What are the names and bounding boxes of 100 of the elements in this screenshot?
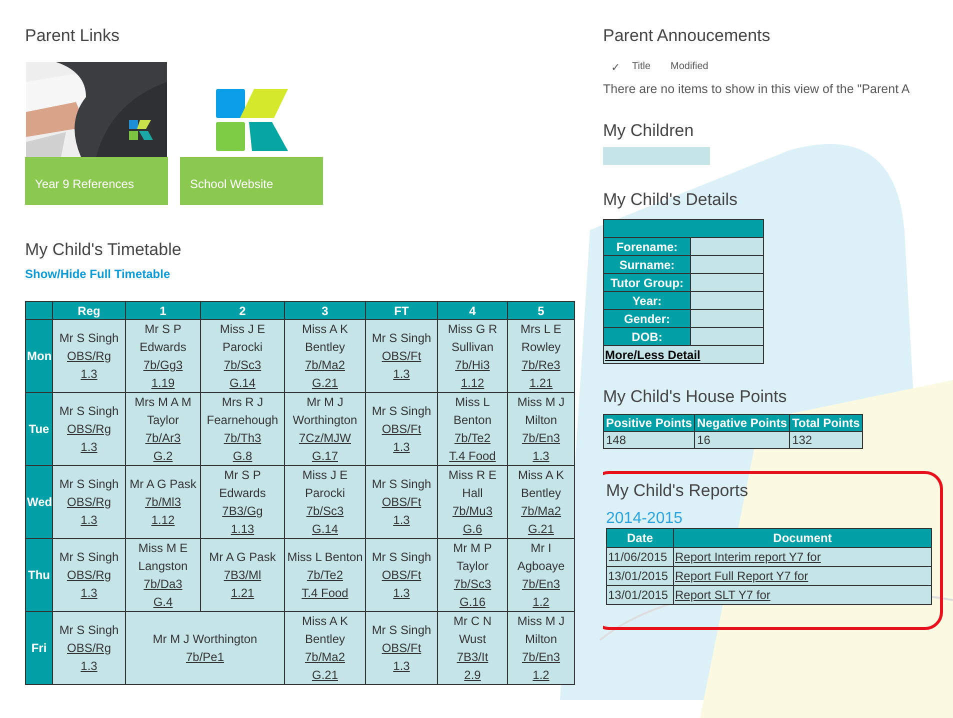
column-header: Negative Points — [694, 414, 790, 432]
class-link[interactable]: OBS/Ft — [382, 422, 422, 436]
room-link[interactable]: G.21 — [312, 668, 338, 682]
list-column-header[interactable]: Title — [632, 61, 651, 74]
room-link[interactable]: 1.12 — [460, 376, 484, 390]
room-link[interactable]: 1.3 — [393, 586, 410, 600]
teacher-name: Mr S Singh — [370, 330, 432, 347]
room-link[interactable]: 1.3 — [532, 449, 550, 463]
room-link[interactable]: T.4 Food — [302, 586, 348, 600]
class-link[interactable]: 7b/Ma2 — [304, 650, 346, 664]
room-link[interactable]: 1.13 — [230, 522, 254, 536]
room-link[interactable]: G.6 — [462, 522, 482, 536]
teacher-name: Mr S Singh — [370, 476, 432, 493]
room-link[interactable]: 1.19 — [151, 376, 175, 390]
class-link[interactable]: 7b/Ma2 — [304, 358, 346, 372]
check-icon: ✓ — [611, 61, 620, 74]
class-link[interactable]: OBS/Ft — [382, 495, 422, 509]
teacher-name: Miss A K Bentley — [516, 467, 565, 502]
section-title: My Children — [603, 120, 695, 142]
class-link[interactable]: OBS/Ft — [382, 641, 422, 655]
class-link[interactable]: 7b/Sc3 — [306, 504, 344, 518]
room-link[interactable]: 1.3 — [80, 367, 98, 381]
class-link[interactable]: 7b/Hi3 — [455, 358, 490, 372]
teacher-name: Mr M J Worthington — [152, 631, 258, 648]
column-header: 1 — [126, 302, 200, 320]
room-link[interactable]: 1.3 — [393, 367, 410, 381]
teacher-name: Miss L Benton — [452, 394, 493, 429]
day-header: Mon — [26, 320, 52, 392]
room-link[interactable]: 1.2 — [532, 595, 550, 609]
class-link[interactable]: OBS/Ft — [382, 568, 422, 582]
table-cell: 132 — [790, 432, 862, 448]
class-link[interactable]: 7b/Te2 — [454, 431, 491, 445]
class-link[interactable]: OBS/Ft — [382, 349, 422, 363]
class-link[interactable]: 7B3/It — [456, 650, 488, 664]
teacher-name: Mr A G Pask — [128, 476, 198, 493]
room-link[interactable]: 1.21 — [529, 376, 553, 390]
room-link[interactable]: 1.12 — [151, 513, 175, 527]
room-link[interactable]: 1.3 — [393, 659, 410, 673]
room-link[interactable]: 1.3 — [80, 659, 98, 673]
date-cell: 13/01/2015 — [606, 586, 674, 604]
teacher-name: Mr S Singh — [58, 622, 120, 639]
logo-icon — [216, 88, 288, 150]
teacher-name: Miss M J Milton — [516, 394, 566, 429]
room-link[interactable]: G.16 — [459, 595, 486, 609]
teacher-name: Mr A G Pask — [208, 549, 277, 566]
teacher-name: Mr M J Worthington — [292, 394, 358, 429]
class-link[interactable]: OBS/Rg — [66, 641, 111, 655]
class-link[interactable]: OBS/Rg — [66, 422, 111, 436]
teacher-name: Miss M J Milton — [516, 613, 566, 648]
class-link[interactable]: 7b/En3 — [522, 431, 560, 445]
class-link[interactable]: OBS/Rg — [66, 495, 111, 509]
class-link[interactable]: 7b/Sc3 — [454, 577, 492, 591]
room-link[interactable]: T.4 Food — [449, 449, 496, 463]
teacher-name: Miss M E Langston — [137, 540, 189, 575]
class-link[interactable]: OBS/Rg — [66, 349, 111, 363]
class-link[interactable]: OBS/Rg — [66, 568, 111, 582]
class-link[interactable]: 7b/En3 — [522, 650, 560, 664]
day-header: Tue — [26, 392, 52, 466]
class-link[interactable]: 7b/Mu3 — [452, 504, 493, 518]
room-link[interactable]: 1.3 — [80, 440, 98, 454]
class-link[interactable]: 7b/Te2 — [306, 568, 344, 582]
room-link[interactable]: 1.3 — [393, 513, 410, 527]
section-title: My Child's Details — [603, 189, 739, 211]
field-label: Gender: — [604, 310, 690, 328]
room-link[interactable]: G.2 — [153, 449, 173, 463]
room-link[interactable]: 1.3 — [80, 513, 98, 527]
class-link[interactable]: 7b/Re3 — [522, 358, 560, 372]
class-link[interactable]: 7b/Pe1 — [186, 650, 224, 664]
teacher-name: Mrs L E Rowley — [520, 321, 562, 356]
class-link[interactable]: 7b/Ar3 — [145, 431, 181, 445]
room-link[interactable]: G.21 — [312, 376, 338, 390]
room-link[interactable]: G.17 — [312, 449, 338, 463]
class-link[interactable]: 7b/Gg3 — [143, 358, 183, 372]
class-link[interactable]: 7b/Sc3 — [224, 358, 262, 372]
class-link[interactable]: 7b/Da3 — [144, 577, 182, 591]
class-link[interactable]: 7b/Ml3 — [144, 495, 182, 509]
room-link[interactable]: 1.3 — [393, 440, 410, 454]
empty-message: There are no items to show in this view of the "Parent A — [603, 82, 911, 96]
teacher-name: Miss A K Bentley — [300, 613, 349, 648]
class-link[interactable]: 7b/En3 — [522, 577, 560, 591]
room-link[interactable]: G.21 — [528, 522, 554, 536]
room-link[interactable]: 1.21 — [230, 586, 254, 600]
room-link[interactable]: 1.2 — [532, 668, 550, 682]
room-link[interactable]: G.4 — [153, 595, 173, 609]
section-title: Parent Links — [25, 25, 120, 47]
class-link[interactable]: 7B3/Gg — [222, 504, 263, 518]
teacher-name: Mr S P Edwards — [138, 321, 188, 356]
list-column-header[interactable]: Modified — [670, 61, 708, 74]
class-link[interactable]: 7b/Th3 — [224, 431, 262, 445]
room-link[interactable]: G.14 — [312, 522, 338, 536]
class-link[interactable]: 7b/Ma2 — [520, 504, 562, 518]
room-link[interactable]: G.8 — [232, 449, 252, 463]
column-header: Document — [674, 528, 932, 548]
room-link[interactable]: 1.3 — [80, 586, 98, 600]
room-link[interactable]: 2.9 — [464, 668, 481, 682]
child-name-bar[interactable] — [603, 147, 710, 165]
class-link[interactable]: 7Cz/MJW — [299, 431, 351, 445]
day-header: Wed — [26, 466, 52, 538]
class-link[interactable]: 7B3/Ml — [224, 568, 262, 582]
room-link[interactable]: G.14 — [229, 376, 256, 390]
